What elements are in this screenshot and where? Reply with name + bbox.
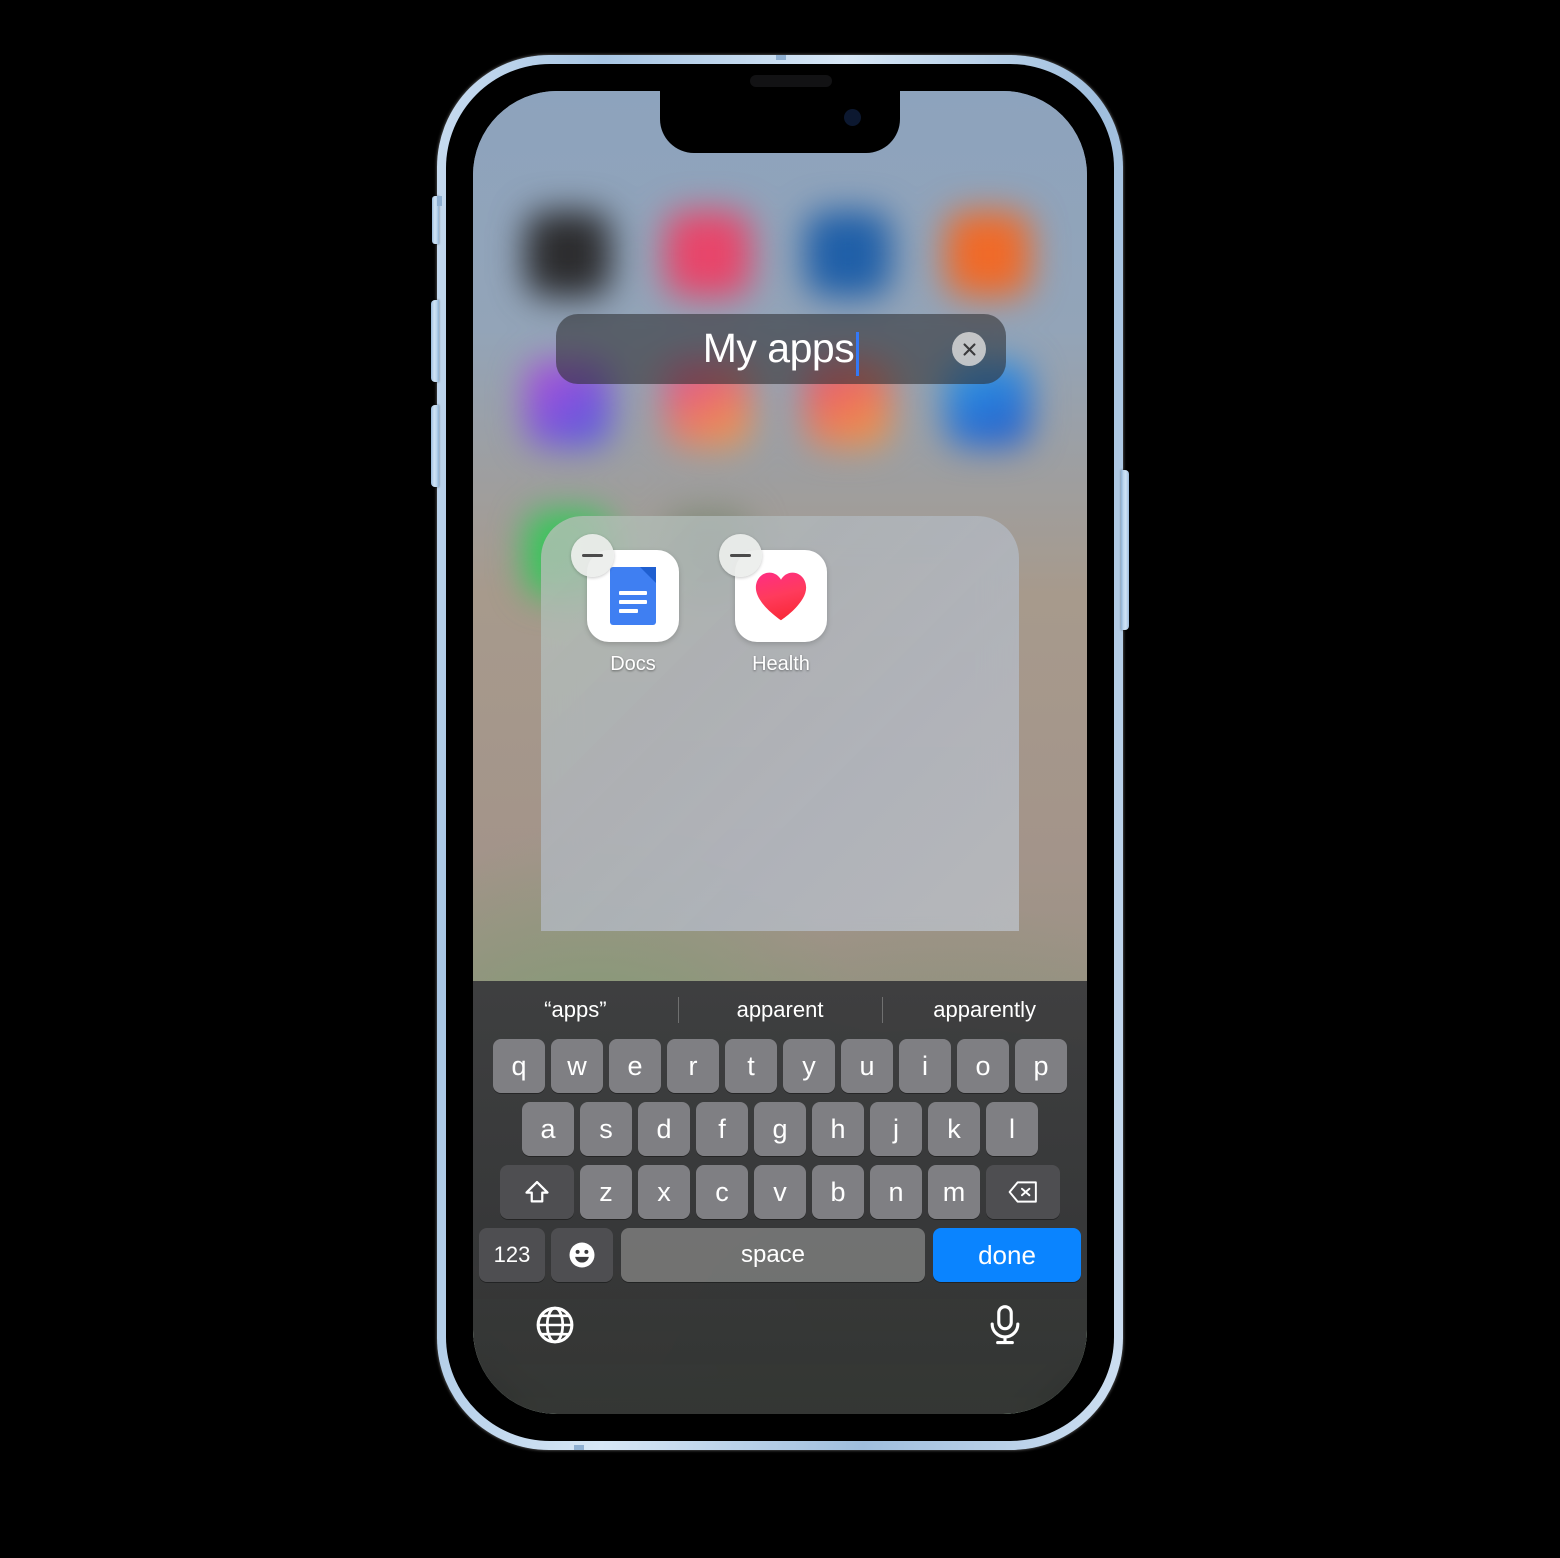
earpiece-speaker [750, 75, 832, 87]
volume-up-button[interactable] [431, 300, 439, 382]
phone-screen: My apps Docs Health “apps” apparent appa… [473, 91, 1087, 1414]
key-k[interactable]: k [928, 1102, 980, 1156]
app-icon-wrapper[interactable] [571, 534, 679, 642]
key-v[interactable]: v [754, 1165, 806, 1219]
notch [660, 75, 900, 153]
key-b[interactable]: b [812, 1165, 864, 1219]
antenna-band [776, 55, 786, 60]
prediction-candidate-2[interactable]: apparent [678, 997, 883, 1023]
heart-glyph [755, 572, 807, 621]
key-q[interactable]: q [493, 1039, 545, 1093]
docs-document-glyph [610, 567, 656, 625]
key-c[interactable]: c [696, 1165, 748, 1219]
keyboard-row-1: q w e r t y u i o p [473, 1039, 1087, 1093]
key-z[interactable]: z [580, 1165, 632, 1219]
done-key[interactable]: done [933, 1228, 1081, 1282]
background-app-icon [525, 211, 611, 297]
microphone-dictation-icon[interactable] [983, 1303, 1027, 1347]
backspace-delete-icon[interactable] [986, 1165, 1060, 1219]
prediction-candidate-3[interactable]: apparently [882, 997, 1087, 1023]
close-circle-icon[interactable] [952, 332, 986, 366]
app-label: Health [752, 653, 810, 675]
screenshot-canvas: My apps Docs Health “apps” apparent appa… [0, 0, 1560, 1558]
key-p[interactable]: p [1015, 1039, 1067, 1093]
key-i[interactable]: i [899, 1039, 951, 1093]
remove-minus-badge[interactable] [719, 534, 762, 577]
key-s[interactable]: s [580, 1102, 632, 1156]
key-o[interactable]: o [957, 1039, 1009, 1093]
front-camera [844, 109, 861, 126]
onscreen-keyboard: “apps” apparent apparently q w e r t y u… [473, 981, 1087, 1414]
folder-panel: Docs Health [541, 516, 1019, 931]
antenna-band [437, 196, 442, 206]
key-j[interactable]: j [870, 1102, 922, 1156]
phone-frame: My apps Docs Health “apps” apparent appa… [437, 55, 1123, 1450]
folder-app-docs[interactable]: Docs [563, 534, 703, 676]
folder-name-input[interactable]: My apps [702, 324, 860, 377]
key-l[interactable]: l [986, 1102, 1038, 1156]
key-a[interactable]: a [522, 1102, 574, 1156]
key-m[interactable]: m [928, 1165, 980, 1219]
key-n[interactable]: n [870, 1165, 922, 1219]
globe-language-icon[interactable] [533, 1303, 577, 1347]
keyboard-row-2: a s d f g h j k l [473, 1102, 1087, 1156]
key-f[interactable]: f [696, 1102, 748, 1156]
key-e[interactable]: e [609, 1039, 661, 1093]
key-w[interactable]: w [551, 1039, 603, 1093]
key-g[interactable]: g [754, 1102, 806, 1156]
shift-arrow-icon[interactable] [500, 1165, 574, 1219]
text-caret [856, 332, 860, 377]
folder-app-health[interactable]: Health [711, 534, 851, 676]
key-d[interactable]: d [638, 1102, 690, 1156]
space-key[interactable]: space [621, 1228, 925, 1282]
background-app-icon [945, 211, 1031, 297]
app-icon-wrapper[interactable] [719, 534, 827, 642]
key-x[interactable]: x [638, 1165, 690, 1219]
app-label: Docs [610, 653, 656, 675]
emoji-smiley-icon[interactable] [551, 1228, 613, 1282]
keyboard-row-4: 123 space done [473, 1228, 1087, 1282]
background-app-icon [665, 211, 751, 297]
background-app-icon [805, 211, 891, 297]
folder-app-grid: Docs Health [563, 534, 851, 676]
prediction-candidate-1[interactable]: “apps” [473, 997, 678, 1023]
key-y[interactable]: y [783, 1039, 835, 1093]
keyboard-bottom-bar [473, 1282, 1087, 1368]
key-r[interactable]: r [667, 1039, 719, 1093]
folder-name-value: My apps [702, 324, 855, 371]
key-h[interactable]: h [812, 1102, 864, 1156]
power-button[interactable] [1121, 470, 1129, 630]
keyboard-row-3: z x c v b n m [473, 1165, 1087, 1219]
folder-name-field[interactable]: My apps [556, 314, 1006, 384]
volume-down-button[interactable] [431, 405, 439, 487]
predictive-text-bar: “apps” apparent apparently [473, 981, 1087, 1039]
numbers-key[interactable]: 123 [479, 1228, 545, 1282]
remove-minus-badge[interactable] [571, 534, 614, 577]
key-u[interactable]: u [841, 1039, 893, 1093]
antenna-band [574, 1445, 584, 1450]
key-t[interactable]: t [725, 1039, 777, 1093]
